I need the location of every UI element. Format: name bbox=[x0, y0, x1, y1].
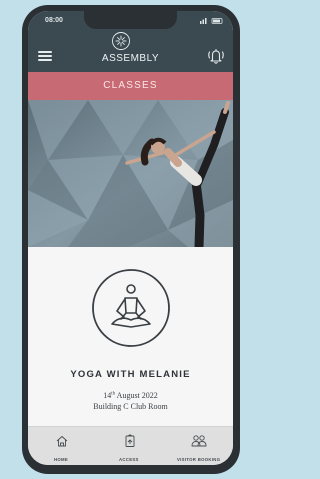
phone-notch bbox=[84, 11, 177, 29]
assembly-logo-icon bbox=[112, 32, 130, 50]
class-title: YOGA WITH MELANIE bbox=[70, 369, 191, 380]
yoga-class-photo bbox=[28, 100, 233, 247]
access-icon bbox=[125, 434, 135, 447]
tab-home-label: HOME bbox=[54, 457, 69, 462]
class-date: 14th August 2022 bbox=[28, 391, 233, 400]
meditation-icon bbox=[92, 269, 170, 347]
app-header: 08:00 ASSEMBLY bbox=[28, 11, 233, 72]
tab-access[interactable]: ACCESS bbox=[96, 427, 164, 465]
app-screen: 08:00 ASSEMBLY CLASSES YOGA WITH MELANIE… bbox=[28, 11, 233, 465]
status-time: 08:00 bbox=[45, 17, 63, 24]
class-details: YOGA WITH MELANIE 14th August 2022 Build… bbox=[28, 247, 233, 426]
brand-name: ASSEMBLY bbox=[101, 53, 160, 64]
section-title: CLASSES bbox=[103, 80, 158, 91]
class-location: Building C Club Room bbox=[93, 402, 168, 411]
bottom-tab-bar: HOME ACCESS VISITOR BOOKING bbox=[28, 426, 233, 465]
hamburger-menu-icon[interactable] bbox=[38, 51, 52, 61]
tab-access-label: ACCESS bbox=[119, 457, 139, 462]
section-header: CLASSES bbox=[28, 72, 233, 100]
bell-icon[interactable] bbox=[206, 47, 226, 65]
home-icon bbox=[56, 436, 68, 447]
tab-visitor-booking-label: VISITOR BOOKING bbox=[177, 457, 221, 462]
class-date-rest: August 2022 bbox=[115, 391, 158, 400]
visitors-icon bbox=[191, 435, 207, 447]
status-icons bbox=[200, 18, 223, 24]
tab-home[interactable]: HOME bbox=[28, 427, 96, 465]
tab-visitor-booking[interactable]: VISITOR BOOKING bbox=[164, 427, 233, 465]
